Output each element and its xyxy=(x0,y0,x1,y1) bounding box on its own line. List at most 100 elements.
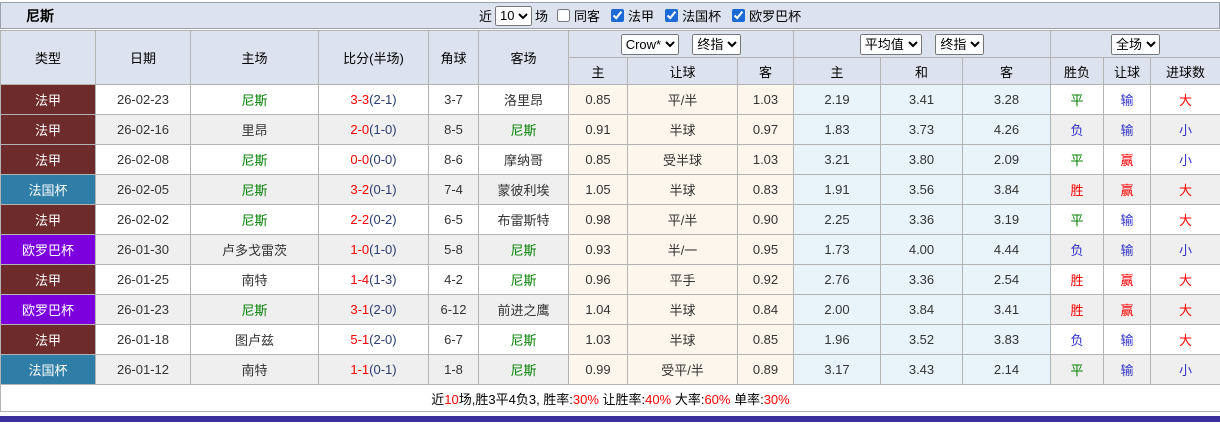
half-time-score: (0-1) xyxy=(369,182,397,197)
away-team: 尼斯 xyxy=(478,354,569,385)
full-time-score: 2-0 xyxy=(350,122,370,137)
away-team: 尼斯 xyxy=(478,114,569,145)
avg-home-odds: 2.25 xyxy=(793,204,881,235)
table-row: 欧罗巴杯 26-01-30 卢多戈雷茨 1-0(1-0) 5-8 尼斯 0.93… xyxy=(0,234,1220,265)
match-result: 平 xyxy=(1050,144,1105,175)
avg-home-odds: 1.83 xyxy=(793,114,881,145)
page: 尼斯 近 10 场 同客 法甲 法国杯 欧罗巴杯 类型 日期 主场 比分(半场)… xyxy=(0,0,1220,422)
filter-checkbox-europa[interactable] xyxy=(732,9,746,22)
corner-count: 6-5 xyxy=(428,204,479,235)
table-row: 欧罗巴杯 26-01-23 尼斯 3-1(2-0) 6-12 前进之鹰 1.04… xyxy=(0,294,1220,325)
crow-handicap: 半/一 xyxy=(627,234,738,265)
bottom-divider-bar xyxy=(0,416,1220,422)
subcol-avg-draw: 和 xyxy=(880,57,963,85)
match-date: 26-02-23 xyxy=(95,84,191,115)
full-time-score: 1-1 xyxy=(350,362,370,377)
avg-draw-odds: 3.80 xyxy=(880,144,963,175)
match-result: 胜 xyxy=(1050,294,1105,325)
full-time-score: 1-4 xyxy=(350,272,370,287)
avg-away-odds: 2.14 xyxy=(961,354,1052,385)
crow-handicap: 受半球 xyxy=(627,144,738,175)
league-badge: 法甲 xyxy=(0,114,96,145)
full-time-score: 2-2 xyxy=(350,212,370,227)
bookmaker-select[interactable]: Crow* xyxy=(620,33,679,55)
avg-away-odds: 3.83 xyxy=(961,324,1052,355)
match-date: 26-01-23 xyxy=(95,294,191,325)
corner-count: 4-2 xyxy=(428,264,479,295)
league-badge: 法甲 xyxy=(0,84,96,115)
avg-home-odds: 2.00 xyxy=(793,294,881,325)
full-time-score: 1-0 xyxy=(350,242,370,257)
col-header-score: 比分(半场) xyxy=(318,30,429,85)
match-date: 26-02-16 xyxy=(95,114,191,145)
matches-table: 类型 日期 主场 比分(半场) 角球 客场 Crow* 终指 平均值 终指 全场 xyxy=(0,30,1220,412)
avg-away-odds: 4.26 xyxy=(961,114,1052,145)
corner-count: 8-5 xyxy=(428,114,479,145)
match-date: 26-01-30 xyxy=(95,234,191,265)
home-team: 卢多戈雷茨 xyxy=(190,234,319,265)
avg-draw-odds: 3.36 xyxy=(880,204,963,235)
score-cell: 0-0(0-0) xyxy=(318,144,429,175)
average-stage-select[interactable]: 终指 xyxy=(935,33,985,55)
league-badge: 欧罗巴杯 xyxy=(0,294,96,325)
score-cell: 1-0(1-0) xyxy=(318,234,429,265)
crow-away-odds: 0.85 xyxy=(737,324,794,355)
subcol-avg-home: 主 xyxy=(793,57,881,85)
league-badge: 法甲 xyxy=(0,204,96,235)
goals-result: 小 xyxy=(1150,144,1220,175)
crow-home-odds: 0.98 xyxy=(568,204,628,235)
goals-result: 大 xyxy=(1150,264,1220,295)
avg-draw-odds: 3.84 xyxy=(880,294,963,325)
avg-home-odds: 1.73 xyxy=(793,234,881,265)
average-select[interactable]: 平均值 xyxy=(859,33,922,55)
subcol-result: 胜负 xyxy=(1050,57,1105,85)
summary-text: 近10场,胜3平4负3, 胜率:30% 让胜率:40% 大率:60% 单率:30… xyxy=(0,384,1220,412)
near-label: 近 xyxy=(479,9,493,24)
handicap-result: 输 xyxy=(1103,234,1152,265)
subcol-handicap-result: 让球 xyxy=(1103,57,1152,85)
half-time-score: (0-1) xyxy=(369,362,397,377)
filter-checkbox-coupe[interactable] xyxy=(665,9,679,22)
crow-handicap: 半球 xyxy=(627,294,738,325)
match-date: 26-01-12 xyxy=(95,354,191,385)
handicap-result: 输 xyxy=(1103,204,1152,235)
crow-home-odds: 0.85 xyxy=(568,144,628,175)
full-time-score: 5-1 xyxy=(350,332,370,347)
avg-home-odds: 2.19 xyxy=(793,84,881,115)
league-badge: 欧罗巴杯 xyxy=(0,234,96,265)
bookmaker-stage-select[interactable]: 终指 xyxy=(692,33,742,55)
full-time-score: 3-1 xyxy=(350,302,370,317)
avg-home-odds: 3.17 xyxy=(793,354,881,385)
unit-label: 场 xyxy=(535,9,549,24)
score-cell: 1-4(1-3) xyxy=(318,264,429,295)
scope-select[interactable]: 全场 xyxy=(1111,33,1161,55)
goals-result: 小 xyxy=(1150,114,1220,145)
table-row: 法甲 26-02-08 尼斯 0-0(0-0) 8-6 摩纳哥 0.85 受半球… xyxy=(0,144,1220,175)
crow-away-odds: 0.90 xyxy=(737,204,794,235)
summary-segment: 30% xyxy=(572,391,599,407)
corner-count: 8-6 xyxy=(428,144,479,175)
away-team: 前进之鹰 xyxy=(478,294,569,325)
subcol-crow-home: 主 xyxy=(568,57,628,85)
away-team: 尼斯 xyxy=(478,264,569,295)
crow-handicap: 平手 xyxy=(627,264,738,295)
same-away-checkbox[interactable] xyxy=(557,9,571,22)
recent-count-select[interactable]: 10 xyxy=(495,5,533,26)
match-date: 26-01-25 xyxy=(95,264,191,295)
away-team: 摩纳哥 xyxy=(478,144,569,175)
filter-checkbox-ligue1[interactable] xyxy=(611,9,625,22)
title-bar: 尼斯 近 10 场 同客 法甲 法国杯 欧罗巴杯 xyxy=(0,2,1220,29)
avg-away-odds: 3.84 xyxy=(961,174,1052,205)
half-time-score: (2-1) xyxy=(369,92,397,107)
handicap-result: 输 xyxy=(1103,114,1152,145)
avg-home-odds: 2.76 xyxy=(793,264,881,295)
subcol-avg-away: 客 xyxy=(961,57,1052,85)
summary-segment: 单率: xyxy=(730,391,764,407)
away-team: 尼斯 xyxy=(478,324,569,355)
away-team: 布雷斯特 xyxy=(478,204,569,235)
score-cell: 3-3(2-1) xyxy=(318,84,429,115)
home-team: 尼斯 xyxy=(190,144,319,175)
score-cell: 5-1(2-0) xyxy=(318,324,429,355)
match-date: 26-02-05 xyxy=(95,174,191,205)
filter-label-europa: 欧罗巴杯 xyxy=(749,9,802,24)
